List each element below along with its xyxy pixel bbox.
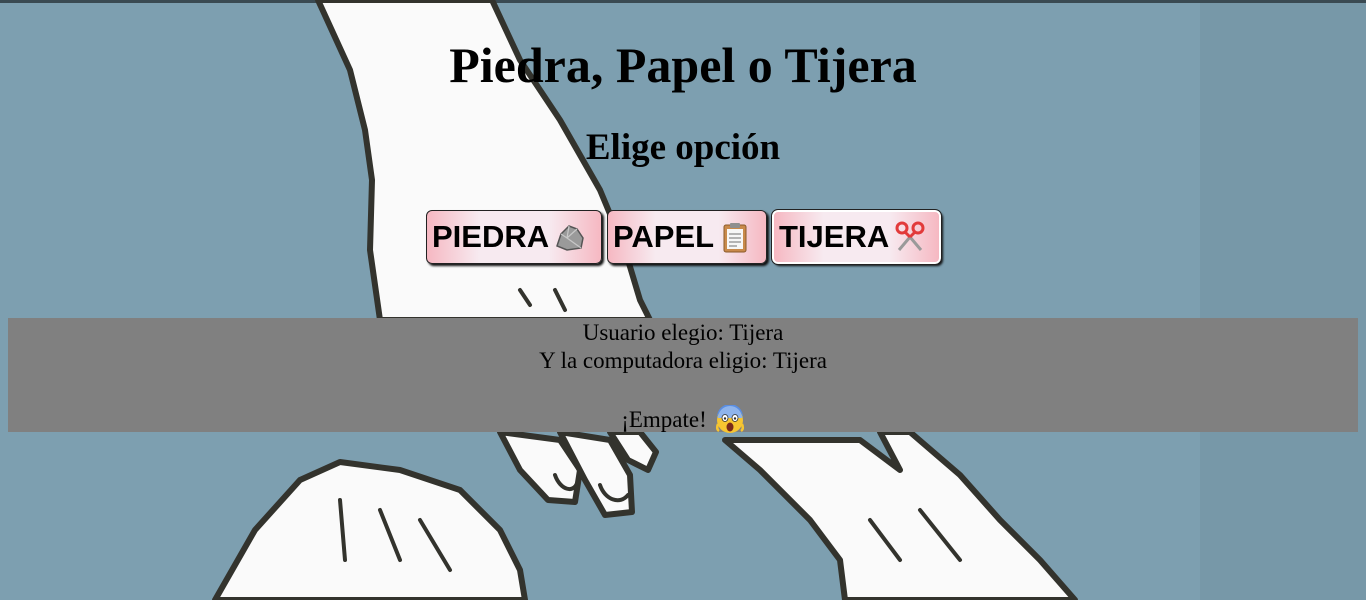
clipboard-icon bbox=[723, 223, 747, 253]
computer-choice-text: Y la computadora eligio: Tijera bbox=[539, 348, 827, 373]
result-panel: Usuario elegio: Tijera Y la computadora … bbox=[8, 318, 1358, 435]
piedra-button-label: PIEDRA bbox=[432, 219, 550, 254]
page-subtitle: Elige opción bbox=[585, 127, 781, 168]
papel-button[interactable]: PAPEL bbox=[607, 210, 767, 264]
result-spacer bbox=[8, 375, 1358, 405]
tijera-button[interactable]: TIJERA bbox=[771, 209, 942, 265]
scissors-icon bbox=[895, 221, 925, 251]
result-verdict: ¡Empate! bbox=[621, 405, 745, 435]
tijera-button-label: TIJERA bbox=[779, 219, 890, 254]
screaming-face-icon bbox=[715, 405, 744, 433]
page-title: Piedra, Papel o Tijera bbox=[449, 37, 917, 93]
user-choice-text: Usuario elegio: Tijera bbox=[582, 320, 784, 345]
rock-icon bbox=[556, 225, 584, 251]
papel-button-label: PAPEL bbox=[613, 219, 715, 254]
piedra-button[interactable]: PIEDRA bbox=[426, 210, 602, 264]
verdict-text: ¡Empate! bbox=[621, 407, 707, 432]
